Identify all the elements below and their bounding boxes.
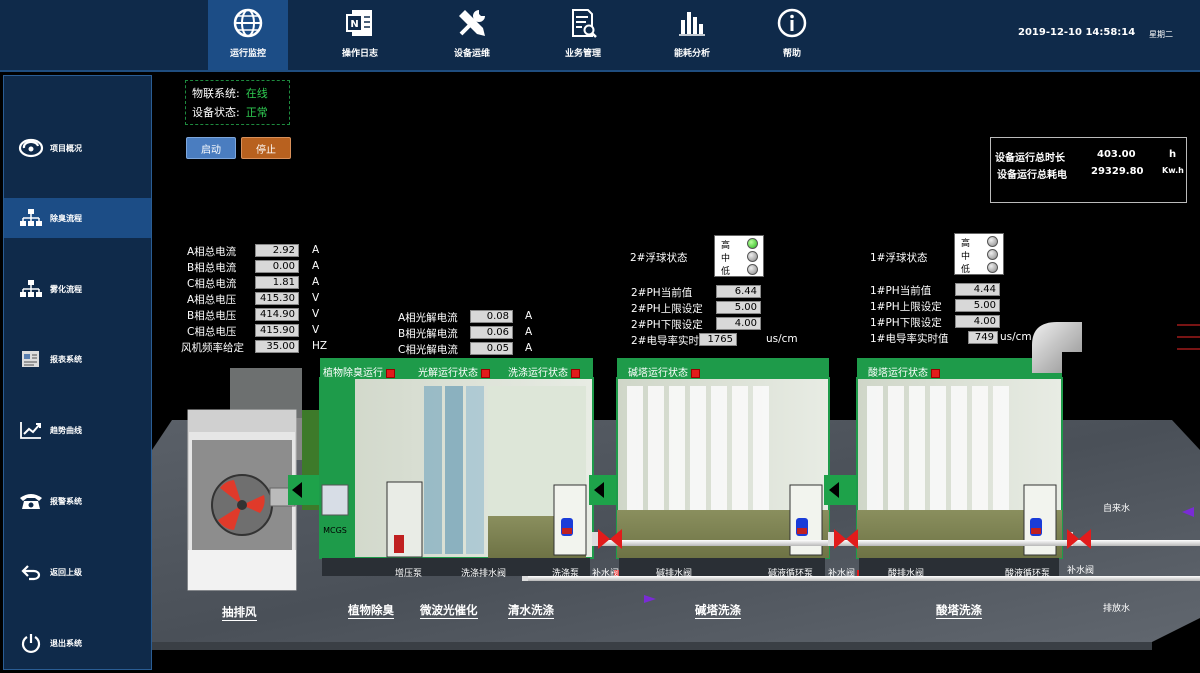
tap-water-pipe: [592, 540, 1200, 546]
stage-acid: 酸塔洗涤: [936, 603, 982, 619]
wash-drain-valve-label: 洗涤排水阀: [461, 569, 507, 579]
sidebar-item-deodor-flow[interactable]: 除臭流程: [4, 198, 151, 238]
stage-fan: 抽排风: [222, 605, 257, 621]
sidebar-item-report-system[interactable]: 报表系统: [4, 339, 151, 379]
alkali-drain-valve-label: 碱排水阀: [656, 569, 693, 579]
light-run-indicator: [481, 368, 490, 378]
alkali-circulation-pump-label: 碱液循环泵: [768, 569, 814, 579]
nav-energy-analysis[interactable]: 能耗分析: [652, 0, 732, 70]
runtime-value: 403.00: [1097, 149, 1136, 160]
refill-valve-3-label: 补水阀: [1067, 566, 1095, 576]
acid-drain-valve-label: 酸排水阀: [888, 569, 925, 579]
float-low-light: [747, 264, 758, 275]
project-logo-icon: [18, 137, 44, 159]
note-icon: N: [343, 6, 377, 40]
svg-text:N: N: [350, 19, 358, 30]
info-icon: [775, 6, 809, 40]
refill-valve-1-label: 补水阀: [592, 569, 620, 579]
nav-operation-log[interactable]: N 操作日志: [320, 0, 400, 70]
flow-tree-icon: [18, 278, 44, 300]
tower2-float-indicator: 高 中 低: [714, 235, 764, 277]
report-icon: [18, 348, 44, 370]
device-status-value: 正常: [245, 106, 268, 119]
tools-icon: [455, 6, 489, 40]
nav-business-management[interactable]: 业务管理: [543, 0, 623, 70]
tap-water-label: 自来水: [1103, 504, 1131, 514]
refill-valve-2-label: 补水阀: [828, 569, 856, 579]
wash-pump-label: 洗涤泵: [552, 569, 580, 579]
acid-circulation-pump-label: 酸液循环泵: [1005, 569, 1051, 579]
sidebar: 项目概况 除臭流程 雾化流程 报表系统 趋势曲线 报警系统 返回上级 退出系统: [3, 75, 152, 670]
bar-chart-icon: [675, 6, 709, 40]
sidebar-item-alarm-system[interactable]: 报警系统: [4, 481, 151, 521]
exhaust-elbow: [1032, 322, 1082, 373]
float-low-light: [987, 262, 998, 273]
top-nav-bar: 运行监控 N 操作日志 设备运维 业务管理 能耗分析 帮助 2019-12-10…: [0, 0, 1200, 72]
stage-alkali: 碱塔洗涤: [695, 603, 741, 619]
float-high-light: [747, 238, 758, 249]
document-search-icon: [566, 6, 600, 40]
booster-pump-label: 增压泵: [395, 569, 423, 579]
tower1-float-indicator: 高 中 低: [954, 233, 1004, 275]
energy-value: 29329.80: [1091, 166, 1144, 177]
tower1-float-label: 1#浮球状态: [870, 252, 928, 264]
iot-status-value: 在线: [245, 87, 268, 100]
mcgs-label: MCGS: [323, 526, 347, 535]
plant-run-indicator: [386, 368, 395, 378]
light-run-status: 光解运行状态: [418, 364, 490, 379]
wash-run-indicator: [571, 368, 580, 378]
float-high-light: [987, 236, 998, 247]
float-mid-light: [747, 251, 758, 262]
drain-water-pipe: [522, 576, 1200, 581]
acid-run-status: 酸塔运行状态: [868, 364, 940, 379]
sidebar-item-trend-curve[interactable]: 趋势曲线: [4, 410, 151, 450]
plant-run-status: 植物除臭运行: [323, 364, 395, 379]
stop-button[interactable]: 停止: [241, 137, 291, 159]
phone-icon: [18, 490, 44, 512]
acid-run-indicator: [931, 368, 940, 378]
sidebar-item-return[interactable]: 返回上级: [4, 552, 151, 592]
nav-device-maintenance[interactable]: 设备运维: [432, 0, 512, 70]
power-icon: [18, 632, 44, 654]
stage-uv: 微波光催化: [420, 603, 478, 619]
iot-status-label: 物联系统:: [192, 87, 240, 100]
datetime-display: 2019-12-10 14:58:14: [1018, 27, 1136, 38]
weekday-display: 星期二: [1149, 30, 1173, 39]
energy-row: 设备运行总耗电 29329.80 Kw.h: [997, 166, 1184, 181]
drain-water-label: 排放水: [1103, 604, 1131, 614]
float-mid-light: [987, 249, 998, 260]
trend-icon: [18, 419, 44, 441]
totals-panel: 设备运行总时长 403.00 h 设备运行总耗电 29329.80 Kw.h: [990, 137, 1187, 203]
flow-tree-icon: [18, 207, 44, 229]
nav-run-monitor[interactable]: 运行监控: [208, 0, 288, 70]
sidebar-item-atomize-flow[interactable]: 雾化流程: [4, 269, 151, 309]
return-icon: [18, 561, 44, 583]
sidebar-item-project-overview[interactable]: 项目概况: [4, 128, 151, 168]
device-status-label: 设备状态:: [192, 106, 240, 119]
tower2-float-label: 2#浮球状态: [630, 252, 688, 264]
sidebar-item-exit[interactable]: 退出系统: [4, 623, 151, 663]
system-status-panel: 物联系统: 在线 设备状态: 正常: [185, 80, 290, 125]
alkali-run-indicator: [691, 368, 700, 378]
globe-icon: [231, 6, 265, 40]
stage-plant: 植物除臭: [348, 603, 394, 619]
stage-water: 清水洗涤: [508, 603, 554, 619]
alkali-run-status: 碱塔运行状态: [628, 364, 700, 379]
wash-run-status: 洗涤运行状态: [508, 364, 580, 379]
nav-help[interactable]: 帮助: [752, 0, 832, 70]
runtime-row: 设备运行总时长 403.00 h: [995, 149, 1177, 164]
start-button[interactable]: 启动: [186, 137, 236, 159]
